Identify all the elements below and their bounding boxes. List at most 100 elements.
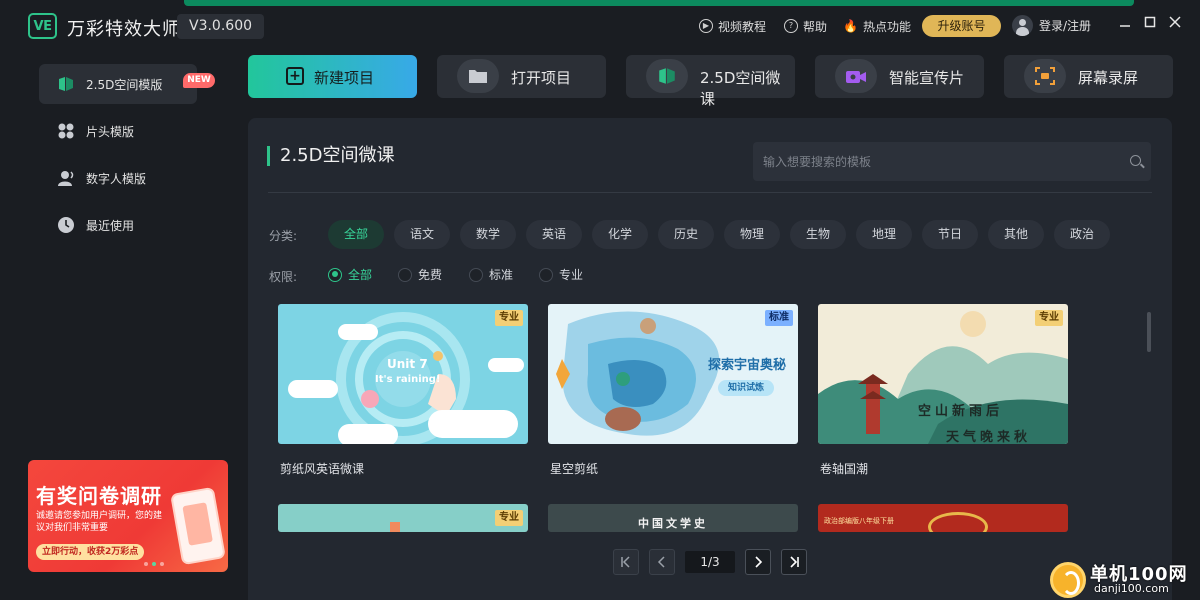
card-art-title: 政治部编版八年级下册	[824, 517, 894, 525]
template-card[interactable]: Unit 7 It's raining! 专业	[278, 304, 528, 444]
phone-illustration	[170, 486, 226, 566]
category-chip[interactable]: 历史	[658, 220, 714, 249]
category-chip[interactable]: 生物	[790, 220, 846, 249]
open-project-label: 打开项目	[511, 69, 572, 87]
minimize-icon[interactable]	[1117, 14, 1133, 30]
cube-icon	[57, 75, 75, 93]
watermark-logo	[1050, 562, 1086, 598]
scrollbar[interactable]	[1147, 312, 1151, 352]
category-chip[interactable]: 地理	[856, 220, 912, 249]
sidebar-item-label: 最近使用	[86, 218, 135, 233]
video-tutorial-label: 视频教程	[718, 19, 767, 34]
category-chip[interactable]: 物理	[724, 220, 780, 249]
category-chip[interactable]: 化学	[592, 220, 648, 249]
next-page-button[interactable]	[745, 549, 771, 575]
pro-tag: 专业	[495, 310, 523, 326]
search-input[interactable]	[753, 142, 1113, 181]
help-label: 帮助	[803, 19, 828, 34]
hot-features-label: 热点功能	[862, 19, 911, 34]
promo-video-button[interactable]: 智能宣传片	[815, 55, 984, 98]
permission-option-label: 专业	[559, 268, 584, 282]
app-logo: VE	[28, 13, 57, 39]
permission-radio-standard[interactable]: 标准	[469, 266, 513, 283]
sidebar-item-recent[interactable]: 最近使用	[39, 205, 197, 245]
prev-page-button[interactable]	[649, 549, 675, 575]
version-badge: V3.0.600	[177, 14, 265, 39]
close-icon[interactable]	[1167, 14, 1183, 30]
pro-tag: 专业	[1035, 310, 1063, 326]
user-avatar-icon[interactable]	[1012, 15, 1033, 36]
template-card[interactable]: 专业	[278, 504, 528, 532]
template-card[interactable]: 政治部编版八年级下册	[818, 504, 1068, 532]
last-page-button[interactable]	[781, 549, 807, 575]
help-link[interactable]: ? 帮助	[784, 17, 827, 35]
permission-option-label: 全部	[348, 268, 373, 282]
permission-radio-free[interactable]: 免费	[398, 266, 442, 283]
category-chip[interactable]: 节日	[922, 220, 978, 249]
sidebar-item-25d-templates[interactable]: 2.5D空间模版	[39, 64, 197, 104]
template-card[interactable]: 空山新雨后 天气晚来秋 专业	[818, 304, 1068, 444]
template-card[interactable]: 中国文学史	[548, 504, 798, 532]
sidebar-item-intro-templates[interactable]: 片头模版	[39, 111, 197, 151]
category-chip[interactable]: 语文	[394, 220, 450, 249]
maximize-icon[interactable]	[1142, 14, 1158, 30]
screen-record-icon	[1024, 59, 1066, 93]
card-title[interactable]: 卷轴国潮	[820, 460, 868, 477]
plus-icon: +	[286, 67, 304, 85]
survey-banner[interactable]: 有奖问卷调研 诚邀请您参加用户调研，您的建议对我们非常重要 立即行动，收获2万彩…	[28, 460, 228, 572]
new-project-button[interactable]: + 新建项目	[248, 55, 417, 98]
permission-label: 权限:	[269, 270, 298, 284]
category-chip[interactable]: 其他	[988, 220, 1044, 249]
template-card[interactable]: 探索宇宙奥秘 知识试炼 标准	[548, 304, 798, 444]
radio-dot	[469, 267, 483, 282]
video-camera-icon	[835, 59, 877, 93]
folder-icon	[457, 59, 499, 93]
watermark-url: danji100.com	[1094, 582, 1169, 595]
cloud-shape	[428, 410, 518, 438]
new-badge: NEW	[183, 73, 215, 88]
25d-microcourse-button[interactable]: 2.5D空间微课	[626, 55, 795, 108]
screen-record-label: 屏幕录屏	[1078, 69, 1139, 87]
card-art-subtitle: 知识试炼	[718, 380, 775, 396]
radio-dot	[328, 267, 342, 282]
scroll-guochao-thumbnail	[818, 311, 1068, 444]
permission-radio-pro[interactable]: 专业	[539, 266, 583, 283]
title-bar: VE 万彩特效大师 V3.0.600 ▶ 视频教程 ? 帮助 🔥 热点功能 升级…	[0, 0, 1200, 52]
thumbnail-detail	[928, 512, 988, 532]
first-page-button[interactable]	[613, 549, 639, 575]
search-icon[interactable]	[1130, 155, 1141, 166]
watermark: 单机100网 danji100.com	[1050, 560, 1200, 600]
digital-human-icon	[57, 169, 75, 187]
category-chip[interactable]: 政治	[1054, 220, 1110, 249]
card-title[interactable]: 剪纸风英语微课	[280, 460, 364, 477]
banner-cta-button[interactable]: 立即行动，收获2万彩点	[36, 544, 145, 560]
25d-microcourse-label: 2.5D空间微课	[700, 69, 781, 108]
help-icon: ?	[784, 19, 798, 33]
carousel-dots[interactable]	[144, 562, 164, 566]
radio-dot	[539, 267, 553, 282]
upgrade-button[interactable]: 升级账号	[922, 15, 1001, 37]
category-chip[interactable]: 数学	[460, 220, 516, 249]
hot-features-link[interactable]: 🔥 热点功能	[843, 17, 911, 35]
sidebar-item-digital-human[interactable]: 数字人模版	[39, 158, 197, 198]
template-search[interactable]	[753, 142, 1151, 181]
play-icon: ▶	[699, 19, 713, 33]
category-chip[interactable]: 全部	[328, 220, 384, 249]
promo-video-label: 智能宣传片	[889, 69, 965, 87]
card-art-title: 空山新雨后	[918, 404, 1004, 419]
video-tutorial-link[interactable]: ▶ 视频教程	[699, 17, 766, 35]
screen-record-button[interactable]: 屏幕录屏	[1004, 55, 1173, 98]
login-link[interactable]: 登录/注册	[1039, 17, 1091, 34]
sidebar-item-label: 数字人模版	[86, 171, 147, 186]
new-project-label: 新建项目	[314, 69, 375, 87]
category-chip[interactable]: 英语	[526, 220, 582, 249]
open-project-button[interactable]: 打开项目	[437, 55, 606, 98]
cloud-shape	[288, 380, 338, 398]
grid-icon	[57, 122, 75, 140]
permission-radio-all[interactable]: 全部	[328, 266, 372, 283]
card-art-subtitle: It's raining!	[375, 374, 441, 385]
cloud-shape	[488, 358, 524, 372]
page-indicator[interactable]: 1/3	[685, 551, 735, 573]
clock-icon	[57, 216, 75, 234]
card-title[interactable]: 星空剪纸	[550, 460, 598, 477]
